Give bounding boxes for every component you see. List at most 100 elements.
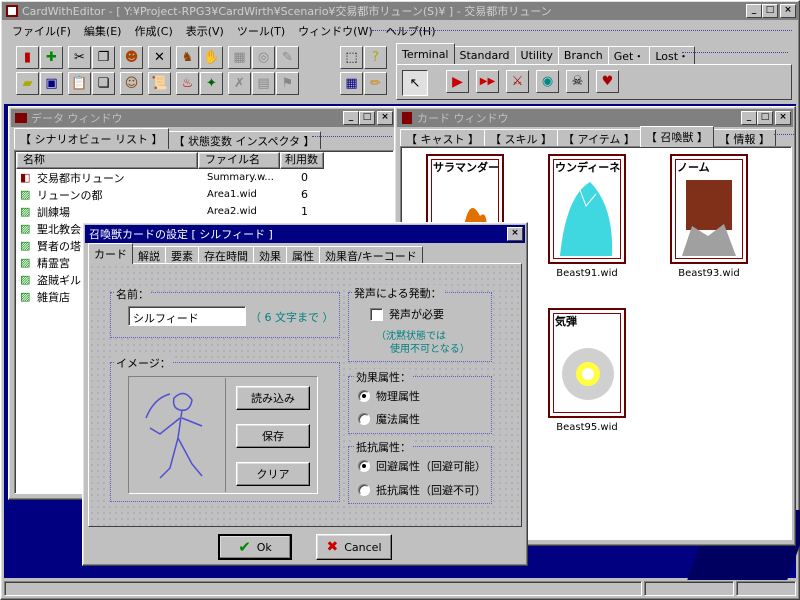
radio-resist[interactable]: 抵抗属性（回避不可） [358, 482, 486, 498]
list-item[interactable]: ▨ リューンの都 Area1.wid 6 [20, 186, 308, 203]
tab-info[interactable]: 【 情報 】 [712, 129, 776, 147]
tab-elements[interactable]: 要素 [165, 246, 199, 264]
radio-avoid[interactable]: 回避属性（回避可能） [358, 458, 486, 474]
voice-label: 発声による発動： [352, 285, 444, 301]
cut-icon[interactable]: ✂ [68, 46, 91, 69]
portrait-icon[interactable]: ☺ [120, 72, 143, 95]
menu-window[interactable]: ウィンドウ(W) [298, 23, 372, 39]
summary-icon: ◧ [20, 171, 31, 184]
tab-card[interactable]: カード [88, 243, 133, 264]
tab-terminal[interactable]: Terminal [396, 43, 455, 64]
scroll-icon[interactable]: 📜 [148, 72, 171, 95]
list-item[interactable]: ▨ 雑貨店 [20, 288, 70, 305]
app-titlebar: CardWithEditor - [ Y:¥Project-RPG3¥CardW… [2, 2, 798, 20]
voice-checkbox[interactable]: 発声が必要 [370, 306, 444, 322]
heart-icon[interactable]: ♥ [596, 70, 619, 93]
tab-duration[interactable]: 存在時間 [198, 246, 254, 264]
list-item[interactable]: ▨ 聖北教会 [20, 220, 81, 237]
card-label: Beast93.wid [678, 268, 740, 279]
save-button[interactable]: 保存 [236, 424, 310, 448]
tab-sound-keycode[interactable]: 効果音/キーコード [319, 246, 423, 264]
cancel-button[interactable]: ✖ Cancel [316, 534, 392, 560]
swirl-icon[interactable]: ◉ [536, 70, 559, 93]
data-window-maximize[interactable]: □ [359, 111, 375, 125]
tab-state-inspector[interactable]: 【 状態変数 インスペクタ 】 [167, 131, 321, 149]
select-icon[interactable]: ⬚ [340, 46, 363, 69]
list-item[interactable]: ▨ 精霊宮 [20, 254, 70, 271]
col-count[interactable]: 利用数 [280, 152, 324, 169]
book-icon[interactable]: ▮ [16, 46, 39, 69]
card-window-minimize[interactable]: _ [741, 111, 757, 125]
paste-icon[interactable]: 📋 [68, 72, 91, 95]
tab-description[interactable]: 解説 [132, 246, 166, 264]
minimize-button[interactable]: _ [746, 4, 762, 18]
radio-physical[interactable]: 物理属性 [358, 388, 420, 404]
tab-utility[interactable]: Utility [514, 46, 559, 64]
voice-check-box[interactable] [370, 307, 383, 321]
help-icon[interactable]: ? [364, 46, 387, 69]
tab-item[interactable]: 【 アイテム 】 [557, 129, 641, 147]
delete-icon[interactable]: ✕ [148, 46, 171, 69]
card-kidan[interactable]: 気弾 [548, 308, 626, 418]
menu-view[interactable]: 表示(V) [186, 23, 224, 39]
list-item[interactable]: ◧ 交易都市リューン Summary.w... 0 [20, 169, 308, 186]
tab-effect[interactable]: 効果 [253, 246, 287, 264]
data-window-close[interactable]: × [377, 111, 393, 125]
card-window-title: カード ウィンドウ [417, 112, 509, 125]
col-file[interactable]: ファイル名 [198, 152, 280, 169]
beast-icon[interactable]: ✦ [200, 72, 223, 95]
tab-get[interactable]: Get・ [607, 46, 651, 64]
sylph-image [145, 392, 203, 479]
radio-magical[interactable]: 魔法属性 [358, 411, 420, 427]
potion-icon[interactable]: ♨ [176, 72, 199, 95]
copy-icon[interactable]: ❐ [92, 46, 115, 69]
new-area-icon[interactable]: ✚ [40, 46, 63, 69]
clear-button[interactable]: クリア [236, 462, 310, 486]
adventurer-icon[interactable]: ♞ [176, 46, 199, 69]
open-folder-icon[interactable]: ▰ [16, 72, 39, 95]
menu-edit[interactable]: 編集(E) [84, 23, 122, 39]
data-window-titlebar: データ ウィンドウ _ □ × [11, 109, 395, 127]
status-panel [736, 581, 796, 596]
load-button[interactable]: 読み込み [236, 386, 310, 410]
card-window-close[interactable]: × [775, 111, 791, 125]
tab-lost[interactable]: Lost・ [649, 46, 696, 64]
disk-gray-icon: ◎ [252, 46, 275, 69]
cursor-icon[interactable]: ↖ [402, 70, 428, 96]
data-window-title: データ ウィンドウ [31, 112, 123, 125]
start-icon[interactable]: ▶ [446, 70, 469, 93]
sword-icon[interactable]: ⚔ [506, 70, 529, 93]
skull-icon[interactable]: ☠ [566, 70, 589, 93]
menu-help[interactable]: ヘルプ(H) [386, 23, 436, 39]
kidan-image [562, 348, 614, 400]
duplicate-icon[interactable]: ❏ [92, 72, 115, 95]
pencil-icon[interactable]: ✏ [364, 72, 387, 95]
cast-icon[interactable]: ☻ [120, 46, 143, 69]
col-name[interactable]: 名称 [16, 152, 198, 169]
skill-icon[interactable]: ✋ [200, 46, 223, 69]
maximize-button[interactable]: □ [762, 4, 778, 18]
menu-file[interactable]: ファイル(F) [12, 23, 71, 39]
card-gnome[interactable]: ノーム [670, 154, 748, 264]
name-field[interactable]: シルフィード [128, 306, 246, 326]
card-window-maximize[interactable]: □ [757, 111, 773, 125]
save-icon[interactable]: ▣ [40, 72, 63, 95]
list-item[interactable]: ▨ 賢者の塔 [20, 237, 81, 254]
tab-beast[interactable]: 【 召喚獣 】 [639, 126, 714, 147]
menu-create[interactable]: 作成(C) [134, 23, 172, 39]
menu-tools[interactable]: ツール(T) [237, 23, 285, 39]
tab-standard[interactable]: Standard [453, 46, 516, 64]
tab-scenario-list[interactable]: 【 シナリオビュー リスト 】 [14, 128, 169, 149]
card-undine[interactable]: ウンディーネ [548, 154, 626, 264]
tab-branch[interactable]: Branch [557, 46, 609, 64]
close-button[interactable]: × [780, 4, 796, 18]
dialog-close-button[interactable]: × [507, 227, 523, 241]
ok-button[interactable]: ✔ Ok [218, 534, 292, 560]
data-window-minimize[interactable]: _ [343, 111, 359, 125]
list-item[interactable]: ▨ 訓練場 Area2.wid 1 [20, 203, 308, 220]
link-icon[interactable]: ▶▶ [476, 70, 499, 93]
grid-icon[interactable]: ▦ [340, 72, 363, 95]
tab-cast[interactable]: 【 キャスト 】 [400, 129, 485, 147]
tab-attribute[interactable]: 属性 [286, 246, 320, 264]
tab-skill[interactable]: 【 スキル 】 [484, 129, 558, 147]
